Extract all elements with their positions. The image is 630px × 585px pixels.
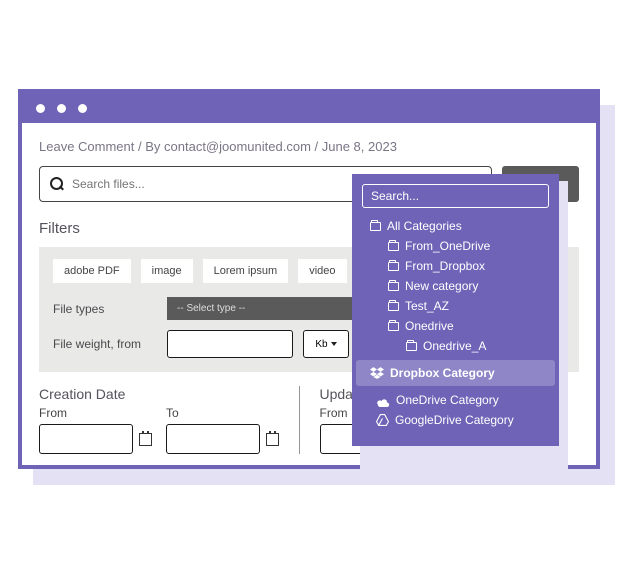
file-weight-label: File weight, from [53,337,153,351]
tree-item-from-dropbox[interactable]: From_Dropbox [362,256,549,276]
weight-inputs: Kb To [167,330,372,358]
folder-icon [370,222,381,231]
tree-item-onedrive-category[interactable]: OneDrive Category [362,390,549,410]
creation-from-input[interactable] [39,424,133,454]
to-label: To [166,406,279,420]
chip-adobe-pdf[interactable]: adobe PDF [53,259,131,283]
weight-from-input[interactable] [167,330,293,358]
tree-item-dropbox-category[interactable]: Dropbox Category [356,360,555,386]
creation-date-title: Creation Date [39,386,299,402]
folder-icon [406,342,417,351]
chevron-down-icon [331,342,337,346]
breadcrumb-date: June 8, 2023 [322,139,397,154]
from-label: From [39,406,152,420]
category-dropdown: Search... All Categories From_OneDrive F… [352,174,559,446]
tree-item-new-category[interactable]: New category [362,276,549,296]
creation-date-group: Creation Date From To [39,386,299,454]
dropbox-icon [370,367,384,379]
tree-item-test-az[interactable]: Test_AZ [362,296,549,316]
creation-to-input[interactable] [166,424,260,454]
creation-to-field: To [166,406,279,454]
tree-item-all[interactable]: All Categories [362,216,549,236]
cloud-icon [376,396,390,405]
tree-item-googledrive-category[interactable]: GoogleDrive Category [362,410,549,430]
titlebar [22,93,596,123]
tree-item-onedrive-a[interactable]: Onedrive_A [362,336,549,356]
window-control-min[interactable] [57,104,66,113]
chip-image[interactable]: image [141,259,193,283]
breadcrumb-item[interactable]: Leave Comment [39,139,134,154]
chip-lorem[interactable]: Lorem ipsum [203,259,289,283]
google-drive-icon [376,414,389,426]
folder-icon [388,242,399,251]
select-placeholder: -- Select type -- [177,303,245,314]
search-icon [50,177,64,191]
tree-item-from-onedrive[interactable]: From_OneDrive [362,236,549,256]
folder-icon [388,262,399,271]
folder-icon [388,282,399,291]
window-control-close[interactable] [36,104,45,113]
folder-icon [388,322,399,331]
calendar-icon[interactable] [266,433,279,446]
weight-from-unit[interactable]: Kb [303,330,349,358]
category-tree: All Categories From_OneDrive From_Dropbo… [362,216,549,430]
window-control-max[interactable] [78,104,87,113]
dropdown-search[interactable]: Search... [362,184,549,208]
folder-icon [388,302,399,311]
breadcrumb: Leave Comment / By contact@joomunited.co… [39,139,579,154]
breadcrumb-author[interactable]: contact@joomunited.com [164,139,311,154]
calendar-icon[interactable] [139,433,152,446]
tree-item-onedrive[interactable]: Onedrive [362,316,549,336]
file-types-label: File types [53,302,153,316]
chip-video[interactable]: video [298,259,346,283]
creation-from-field: From [39,406,152,454]
